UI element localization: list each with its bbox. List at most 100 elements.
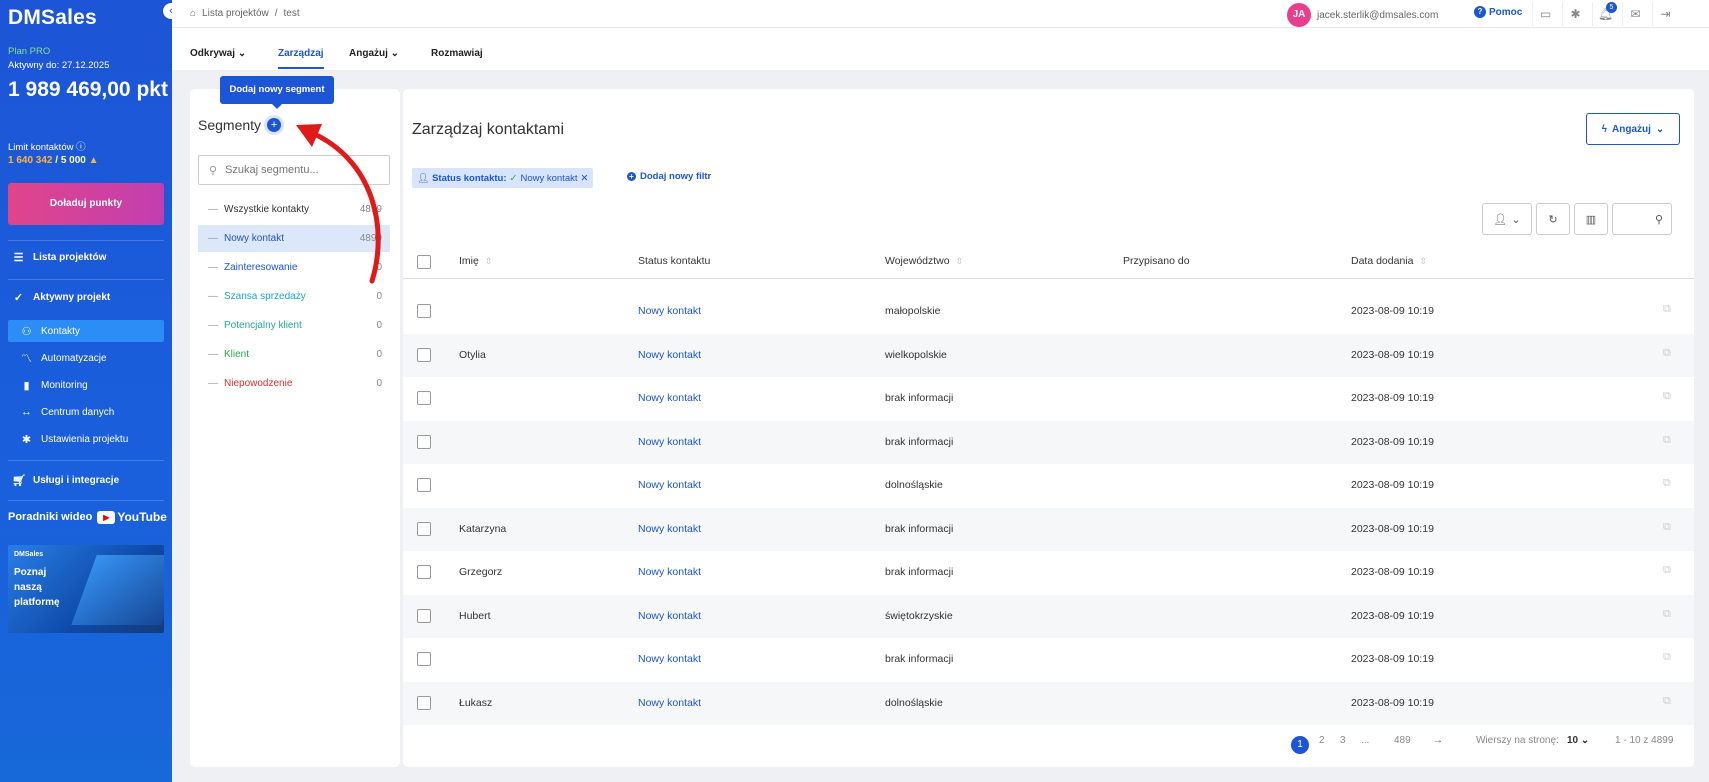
- external-link-icon[interactable]: ⧉: [1663, 608, 1671, 621]
- row-checkbox[interactable]: [417, 347, 431, 362]
- segment-item[interactable]: — Wszystkie kontakty 4899: [198, 196, 390, 223]
- page-button-last[interactable]: 489: [1394, 735, 1411, 746]
- avatar[interactable]: JA: [1287, 3, 1311, 27]
- next-page-icon[interactable]: →: [1433, 735, 1443, 746]
- mail-icon[interactable]: ✉: [1622, 2, 1648, 26]
- filter-chip-status[interactable]: 👤︎ Status kontaktu: ✓ Nowy kontakt ✕: [412, 168, 594, 188]
- add-segment-icon[interactable]: +: [267, 118, 282, 132]
- segments-title: Segmenty: [198, 117, 262, 133]
- rows-per-page-select[interactable]: 10 ⌄: [1567, 735, 1589, 746]
- logout-icon[interactable]: ⇥: [1652, 2, 1678, 26]
- info-icon[interactable]: ⓘ: [76, 142, 86, 153]
- column-name[interactable]: Imię ⇳: [459, 255, 492, 267]
- external-link-icon[interactable]: ⧉: [1663, 434, 1671, 447]
- row-checkbox[interactable]: [417, 434, 431, 449]
- external-link-icon[interactable]: ⧉: [1663, 695, 1671, 708]
- tab-discover[interactable]: Odkrywaj ⌄: [190, 48, 246, 59]
- add-filter-button[interactable]: + Dodaj nowy filtr: [627, 171, 711, 182]
- cell-status[interactable]: Nowy kontakt: [638, 523, 701, 535]
- user-email[interactable]: jacek.sterlik@dmsales.com: [1317, 10, 1438, 21]
- table-row[interactable]: Nowy kontakt dolnośląskie 2023-08-09 10:19…: [403, 464, 1694, 507]
- row-checkbox[interactable]: [417, 652, 431, 666]
- table-row[interactable]: Nowy kontakt brak informacji 2023-08-09 10…: [403, 420, 1694, 464]
- table-row[interactable]: Katarzyna Nowy kontakt brak informacji 2023…: [403, 507, 1694, 551]
- youtube-logo: ▶ YouTube: [97, 510, 167, 524]
- external-link-icon[interactable]: ⧉: [1663, 564, 1671, 577]
- page-button[interactable]: 2: [1319, 735, 1325, 746]
- topup-points-button[interactable]: Doładuj punkty: [8, 183, 164, 225]
- billing-card-icon[interactable]: ▭: [1532, 2, 1558, 26]
- cell-status[interactable]: Nowy kontakt: [638, 653, 701, 665]
- row-checkbox[interactable]: [417, 565, 431, 579]
- help-button[interactable]: ? Pomoc: [1474, 6, 1522, 18]
- segment-item[interactable]: — Klient 0: [198, 341, 390, 368]
- user-menu[interactable]: JA jacek.sterlik@dmsales.com: [1287, 3, 1438, 27]
- nav-active-project[interactable]: ✓ Aktywny projekt: [0, 286, 172, 308]
- external-link-icon[interactable]: ⧉: [1663, 477, 1671, 490]
- table-row[interactable]: Łukasz Nowy kontakt dolnośląskie 2023-08-09…: [403, 681, 1694, 725]
- cell-status[interactable]: Nowy kontakt: [638, 566, 701, 578]
- table-row[interactable]: Nowy kontakt brak informacji 2023-08-09 10…: [403, 377, 1694, 420]
- nav-project-settings[interactable]: ✱ Ustawienia projektu: [0, 428, 172, 450]
- video-guides[interactable]: Poradniki wideo ▶ YouTube: [8, 510, 167, 524]
- select-all-checkbox[interactable]: [417, 255, 431, 269]
- segment-item[interactable]: — Szansa sprzedaży 0: [198, 283, 390, 310]
- external-link-icon[interactable]: ⧉: [1663, 303, 1671, 316]
- cell-status[interactable]: Nowy kontakt: [638, 479, 701, 491]
- row-checkbox[interactable]: [417, 304, 431, 318]
- contact-limit-value: 1 640 342 / 5 000 ▲: [8, 155, 99, 166]
- nav-projects[interactable]: ☰ Lista projektów: [0, 246, 172, 268]
- external-link-icon[interactable]: ⧉: [1663, 390, 1671, 403]
- cell-status[interactable]: Nowy kontakt: [638, 392, 701, 404]
- cell-status[interactable]: Nowy kontakt: [638, 610, 701, 622]
- check-icon: ✓: [509, 172, 518, 184]
- nav-automations[interactable]: 〽 Automatyzacje: [0, 347, 172, 369]
- nav-projects-label: Lista projektów: [33, 251, 107, 263]
- external-link-icon[interactable]: ⧉: [1663, 651, 1671, 664]
- segment-item[interactable]: — Niepowodzenie 0: [198, 370, 390, 397]
- gear-icon[interactable]: ✱: [1562, 2, 1588, 26]
- segment-search-input[interactable]: [225, 164, 376, 176]
- cell-status[interactable]: Nowy kontakt: [638, 349, 701, 361]
- sort-icon: ⇳: [484, 255, 493, 266]
- tab-manage[interactable]: Zarządzaj: [278, 48, 324, 69]
- external-link-icon[interactable]: ⧉: [1663, 521, 1671, 534]
- row-checkbox[interactable]: [417, 521, 431, 536]
- engage-button[interactable]: ϟ Angażuj ⌄: [1586, 113, 1680, 145]
- close-icon[interactable]: ✕: [581, 173, 589, 184]
- row-checkbox[interactable]: [417, 478, 431, 492]
- row-checkbox[interactable]: [417, 695, 431, 710]
- table-row[interactable]: Otylia Nowy kontakt wielkopolskie 2023-08-0…: [403, 333, 1694, 377]
- segment-item[interactable]: — Nowy kontakt 4899: [198, 225, 390, 252]
- promo-banner[interactable]: DMSales Poznaj naszą platformę: [8, 545, 164, 633]
- table-row[interactable]: Nowy kontakt małopolskie 2023-08-09 10:19 ⧉: [403, 290, 1694, 333]
- column-date[interactable]: Data dodania ⇳: [1351, 255, 1427, 267]
- table-row[interactable]: Hubert Nowy kontakt świętokrzyskie 2023-08-…: [403, 594, 1694, 638]
- tab-engage[interactable]: Angażuj ⌄: [349, 48, 399, 59]
- contact-limit-label: Limit kontaktów ⓘ: [8, 139, 86, 153]
- youtube-label: YouTube: [117, 510, 167, 524]
- nav-data-center[interactable]: ↔ Centrum danych: [0, 401, 172, 423]
- segment-item[interactable]: — Potencjalny klient 0: [198, 312, 390, 339]
- segment-item[interactable]: — Zainteresowanie 0: [198, 254, 390, 281]
- table-row[interactable]: Grzegorz Nowy kontakt brak informacji 2023-…: [403, 551, 1694, 594]
- page-button-current[interactable]: 1: [1291, 736, 1309, 754]
- nav-services[interactable]: 🛒︎ Usługi i integracje: [0, 469, 172, 491]
- app-logo[interactable]: DMSales: [8, 6, 97, 30]
- nav-contacts[interactable]: ⚇ Kontakty: [8, 320, 164, 342]
- bell-icon[interactable]: 🔔︎ 5: [1592, 2, 1618, 26]
- row-checkbox[interactable]: [417, 608, 431, 623]
- cell-status[interactable]: Nowy kontakt: [638, 697, 701, 709]
- cell-status[interactable]: Nowy kontakt: [638, 436, 701, 448]
- tab-talk[interactable]: Rozmawiaj: [431, 48, 483, 59]
- table-row[interactable]: Nowy kontakt brak informacji 2023-08-09 10…: [403, 638, 1694, 681]
- cell-status[interactable]: Nowy kontakt: [638, 305, 701, 317]
- nav-monitoring[interactable]: ▮ Monitoring: [0, 374, 172, 396]
- page-button[interactable]: 3: [1340, 735, 1346, 746]
- home-icon[interactable]: ⌂: [190, 8, 196, 19]
- breadcrumb-projects[interactable]: Lista projektów: [202, 8, 269, 19]
- row-checkbox[interactable]: [417, 391, 431, 405]
- chevron-down-icon: ⌄: [1511, 213, 1521, 226]
- column-region[interactable]: Województwo ⇳: [885, 255, 963, 267]
- external-link-icon[interactable]: ⧉: [1663, 347, 1671, 360]
